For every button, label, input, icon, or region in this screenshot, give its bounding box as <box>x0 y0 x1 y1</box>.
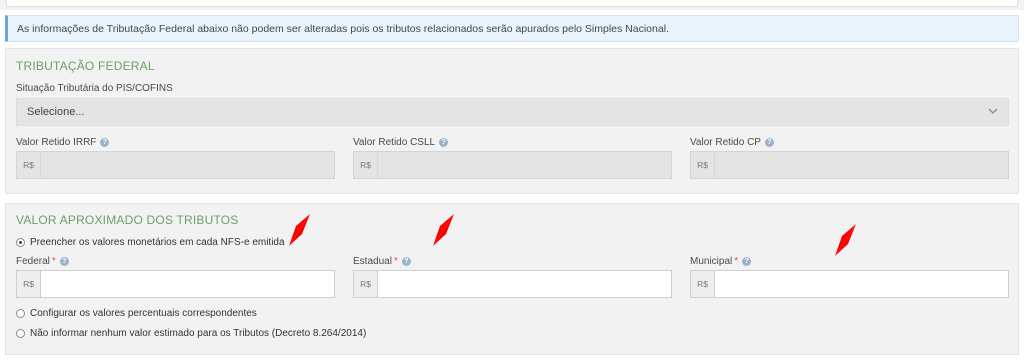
csll-input[interactable]: R$ <box>353 151 672 179</box>
radio-unselected-icon[interactable] <box>16 329 25 338</box>
help-icon[interactable]: ? <box>100 137 110 147</box>
radio-option-monetario-label: Preencher os valores monetários em cada … <box>30 237 285 248</box>
currency-prefix: R$ <box>354 271 378 297</box>
top-card-edge <box>6 0 1018 7</box>
required-mark: * <box>734 256 739 267</box>
csll-label-text: Valor Retido CSLL <box>353 137 436 148</box>
estadual-input[interactable]: R$ <box>353 270 672 298</box>
currency-prefix: R$ <box>354 152 378 178</box>
municipal-input[interactable]: R$ <box>690 270 1009 298</box>
radio-selected-icon[interactable] <box>16 238 25 247</box>
chevron-down-icon <box>988 108 998 114</box>
required-mark: * <box>393 256 398 267</box>
cp-label: Valor Retido CP? <box>690 137 774 148</box>
help-icon[interactable]: ? <box>439 137 449 147</box>
irrf-input[interactable]: R$ <box>16 151 335 179</box>
irrf-label-text: Valor Retido IRRF <box>16 137 97 148</box>
section-title-valor: VALOR APROXIMADO DOS TRIBUTOS <box>16 213 239 227</box>
currency-prefix: R$ <box>17 271 41 297</box>
tributacao-federal-section: TRIBUTAÇÃO FEDERAL Situação Tributária d… <box>5 48 1019 194</box>
municipal-label: Municipal *? <box>690 256 752 267</box>
radio-option-nenhum[interactable]: Não informar nenhum valor estimado para … <box>16 328 366 339</box>
irrf-label: Valor Retido IRRF? <box>16 137 110 148</box>
radio-option-percentual[interactable]: Configurar os valores percentuais corres… <box>16 308 257 319</box>
annotation-arrow-icon <box>835 224 856 256</box>
help-icon[interactable]: ? <box>59 256 69 266</box>
federal-input[interactable]: R$ <box>16 270 335 298</box>
help-icon[interactable]: ? <box>401 256 411 266</box>
radio-option-percentual-label: Configurar os valores percentuais corres… <box>30 308 257 319</box>
annotation-arrow-icon <box>289 214 310 246</box>
info-alert-text: As informações de Tributação Federal aba… <box>17 23 669 35</box>
cp-label-text: Valor Retido CP <box>690 137 761 148</box>
section-title-tributacao: TRIBUTAÇÃO FEDERAL <box>16 59 155 73</box>
estadual-label: Estadual *? <box>353 256 411 267</box>
pis-cofins-select-value: Selecione... <box>27 106 85 118</box>
currency-prefix: R$ <box>17 152 41 178</box>
pis-cofins-select[interactable]: Selecione... <box>16 98 1009 126</box>
csll-label: Valor Retido CSLL? <box>353 137 449 148</box>
federal-label-text: Federal <box>16 256 50 267</box>
help-icon[interactable]: ? <box>764 137 774 147</box>
pis-cofins-label: Situação Tributária do PIS/COFINS <box>16 83 173 94</box>
required-mark: * <box>51 256 56 267</box>
info-alert: As informações de Tributação Federal aba… <box>5 15 1019 42</box>
municipal-label-text: Municipal <box>690 256 733 267</box>
radio-option-monetario[interactable]: Preencher os valores monetários em cada … <box>16 237 285 248</box>
federal-label: Federal *? <box>16 256 69 267</box>
currency-prefix: R$ <box>691 271 715 297</box>
annotation-arrow-icon <box>433 214 454 246</box>
radio-unselected-icon[interactable] <box>16 309 25 318</box>
radio-option-nenhum-label: Não informar nenhum valor estimado para … <box>30 328 367 339</box>
estadual-label-text: Estadual <box>353 256 392 267</box>
valor-aproximado-section: VALOR APROXIMADO DOS TRIBUTOS Preencher … <box>5 203 1019 355</box>
cp-input[interactable]: R$ <box>690 151 1009 179</box>
currency-prefix: R$ <box>691 152 715 178</box>
help-icon[interactable]: ? <box>742 256 752 266</box>
